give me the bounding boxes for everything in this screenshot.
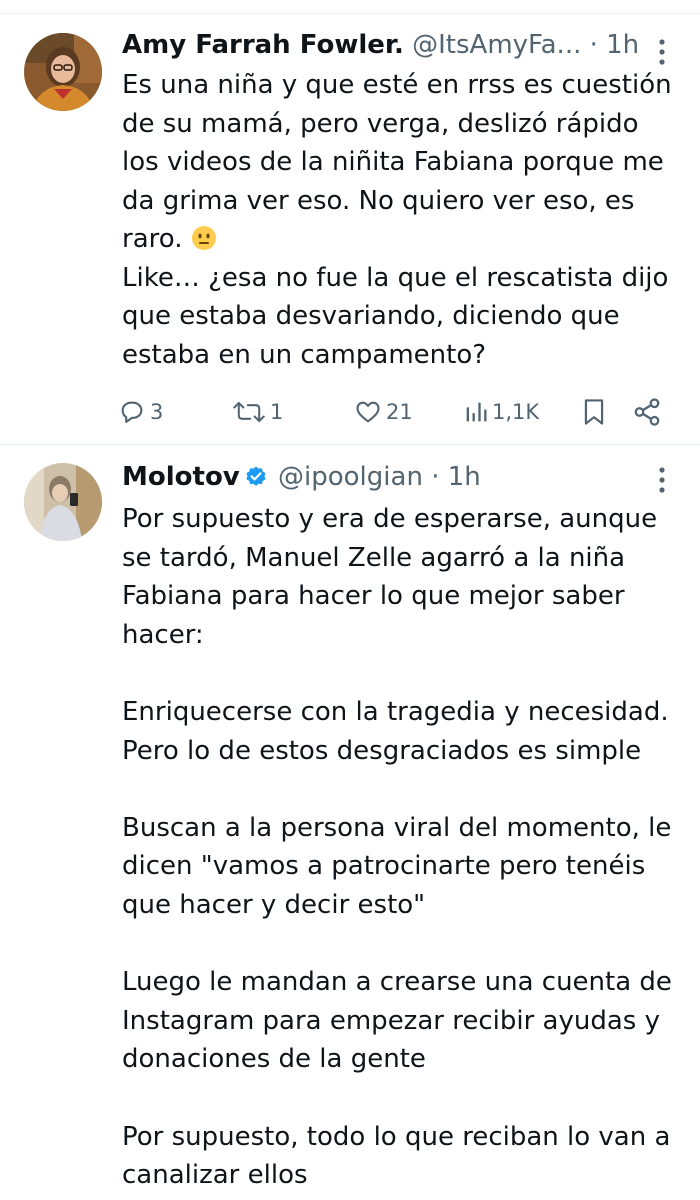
text-line: da grima ver eso. No quiero ver eso, es [122,185,635,216]
timestamp[interactable]: 1h [448,462,481,492]
text-paragraph: Luego le mandan a crearse una cuenta de … [122,967,672,1075]
text-line: de su mamá, pero verga, deslizó rápido [122,108,639,139]
user-handle[interactable]: @ItsAmyFa... [412,30,581,60]
reply-count: 3 [150,400,164,424]
bookmark-button[interactable] [580,392,608,432]
verified-badge-icon [246,466,266,486]
avatar[interactable] [24,33,102,111]
text-line: raro. [122,224,191,254]
tweet-text: Por supuesto y era de esperarse, aunque … [122,500,682,1195]
text-line: estaba en un campamento? [122,339,487,370]
avatar[interactable] [24,463,102,541]
timestamp[interactable]: 1h [606,30,639,60]
tweet-actions: 3 1 21 1,1K [118,392,678,432]
text-line: Es una niña y que esté en rrss es cuesti… [122,70,672,100]
more-vertical-icon[interactable] [658,466,666,494]
tweet-text: Es una niña y que esté en rrss es cuesti… [122,66,682,374]
text-paragraph: Por supuesto y era de esperarse, aunque … [122,504,658,650]
share-button[interactable] [632,392,662,432]
like-button[interactable]: 21 [354,392,413,432]
text-paragraph: Buscan a la persona viral del momento, l… [122,812,672,920]
share-icon [634,398,660,426]
more-vertical-icon[interactable] [658,38,666,66]
previous-tweet-edge [0,0,700,14]
reply-button[interactable]: 3 [118,392,163,432]
display-name[interactable]: Molotov [122,462,240,492]
separator-dot: · [431,462,440,492]
heart-icon [356,401,380,423]
neutral-face-emoji [191,226,216,250]
repost-icon [233,401,265,423]
tweet[interactable]: Amy Farrah Fowler. @ItsAmyFa... · 1h Es … [0,14,700,445]
tweet-header: Amy Farrah Fowler. @ItsAmyFa... · 1h [122,28,639,62]
display-name[interactable]: Amy Farrah Fowler. [122,30,404,60]
views-icon [466,402,487,422]
bookmark-icon [584,399,604,425]
separator-dot: · [589,30,598,60]
reply-icon [121,401,143,423]
text-paragraph: Por supuesto, todo lo que reciban lo van… [122,1121,671,1191]
repost-count: 1 [270,400,284,424]
like-count: 21 [386,400,413,424]
views-count: 1,1K [492,400,540,424]
views-button[interactable]: 1,1K [464,392,539,432]
text-line: los videos de la niñita Fabiana porque m… [122,147,664,177]
tweet[interactable]: Molotov @ipoolgian · 1h Por supuesto y e… [0,446,700,1200]
repost-button[interactable]: 1 [232,392,283,432]
tweet-header: Molotov @ipoolgian · 1h [122,460,481,494]
text-paragraph: Enriquecerse con la tragedia y necesidad… [122,696,669,766]
text-line: Like… ¿esa no fue la que el rescatista d… [122,262,669,293]
text-line: que estaba desvariando, diciendo que [122,301,620,331]
user-handle[interactable]: @ipoolgian [278,462,423,492]
